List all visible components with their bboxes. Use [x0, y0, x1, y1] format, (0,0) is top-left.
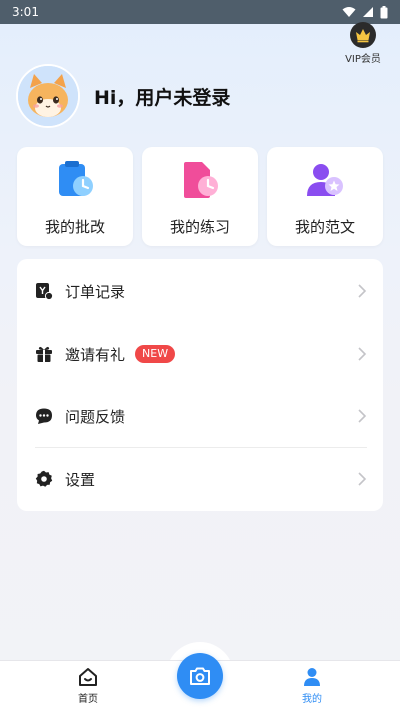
chevron-right-icon: [358, 347, 367, 361]
menu-item-invite[interactable]: 邀请有礼 NEW: [17, 324, 383, 384]
menu-item-settings[interactable]: 设置: [17, 449, 383, 509]
status-time: 3:01: [12, 5, 39, 19]
menu-item-label: 订单记录: [65, 282, 126, 301]
camera-button[interactable]: [177, 653, 223, 699]
crown-icon: [350, 22, 376, 48]
vip-button[interactable]: VIP会员: [340, 22, 386, 65]
home-icon: [79, 668, 97, 686]
menu-divider: [35, 447, 367, 448]
tab-home[interactable]: 首页: [58, 667, 118, 705]
tab-home-label: 首页: [78, 694, 98, 705]
wifi-icon: [342, 7, 356, 17]
tab-mine-label: 我的: [302, 694, 322, 705]
quick-cards: 我的批改 我的练习 我的范文: [17, 147, 383, 246]
status-icons: [342, 5, 388, 19]
status-bar: 3:01: [0, 0, 400, 24]
document-clock-icon: [184, 162, 218, 198]
my-corrections-card[interactable]: 我的批改: [17, 147, 133, 246]
chevron-right-icon: [358, 409, 367, 423]
signal-icon: [363, 7, 373, 17]
menu-item-orders[interactable]: 订单记录: [17, 261, 383, 321]
camera-icon: [190, 667, 210, 685]
clipboard-clock-icon: [59, 161, 93, 196]
new-badge: NEW: [135, 345, 176, 363]
vip-label: VIP会员: [345, 54, 381, 65]
my-practice-card[interactable]: 我的练习: [142, 147, 258, 246]
settings-menu: 订单记录 邀请有礼 NEW 问题反馈 设置: [17, 259, 383, 511]
gear-icon: [35, 470, 53, 488]
card-label: 我的批改: [44, 218, 105, 236]
user-star-icon: [307, 164, 343, 196]
tab-mine[interactable]: 我的: [282, 667, 342, 705]
chevron-right-icon: [358, 284, 367, 298]
card-label: 我的练习: [169, 218, 230, 236]
login-greeting[interactable]: Hi，用户未登录: [94, 83, 230, 110]
menu-item-label: 邀请有礼: [65, 345, 126, 364]
card-label: 我的范文: [294, 218, 355, 236]
gift-icon: [35, 345, 53, 363]
order-icon: [35, 282, 53, 300]
menu-item-feedback[interactable]: 问题反馈: [17, 386, 383, 446]
chevron-right-icon: [358, 472, 367, 486]
user-icon: [304, 668, 320, 686]
profile-header[interactable]: Hi，用户未登录: [16, 64, 230, 128]
menu-item-label: 设置: [65, 470, 96, 489]
my-essays-card[interactable]: 我的范文: [267, 147, 383, 246]
battery-icon: [380, 5, 388, 18]
avatar[interactable]: [16, 64, 80, 128]
chat-icon: [35, 407, 53, 425]
menu-item-label: 问题反馈: [65, 407, 126, 426]
